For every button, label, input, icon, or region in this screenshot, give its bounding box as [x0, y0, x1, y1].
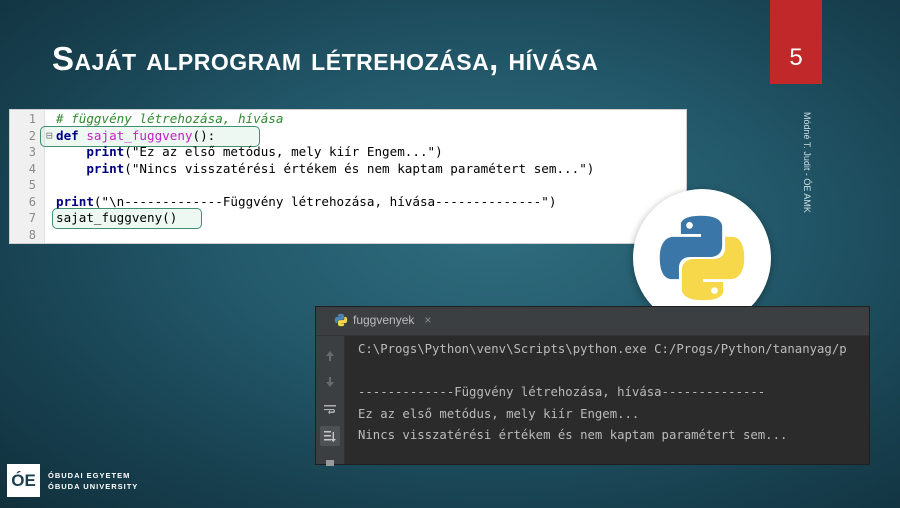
university-name-hu: ÓBUDAI EGYETEM	[48, 470, 131, 480]
line-number: 1	[28, 112, 36, 126]
code-token: ():	[192, 127, 216, 143]
code-line[interactable]: 1 # függvény létrehozása, hívása	[10, 111, 686, 128]
code-editor[interactable]: 1 # függvény létrehozása, hívása 2 ⊟ def saj…	[9, 109, 687, 244]
line-number: 3	[28, 145, 36, 159]
console-output: C:\Progs\Python\venv\Scripts\python.exe …	[358, 339, 869, 447]
line-number: 8	[28, 227, 36, 242]
line-number: 5	[28, 178, 36, 192]
close-icon[interactable]: ×	[424, 313, 431, 327]
university-name: ÓBUDAI EGYETEM ÓBUDA UNIVERSITY	[48, 470, 138, 492]
code-token: print	[56, 193, 94, 209]
slide-number: 5	[770, 0, 822, 84]
console-tab[interactable]: fuggvenyek ×	[334, 313, 431, 327]
run-console[interactable]: fuggvenyek × C:\Progs\Python\venv\Script…	[315, 306, 870, 466]
code-line[interactable]: 8	[10, 227, 686, 244]
code-token: ("\n-------------Függvény létrehozása, h…	[93, 193, 557, 209]
code-token: print	[86, 144, 125, 159]
code-source: print("Ez az első metódus, mely kiír Eng…	[56, 144, 443, 161]
code-line[interactable]: 2 ⊟ def sajat_fuggveny():	[10, 128, 686, 145]
fold-icon[interactable]: ⊟	[46, 128, 56, 145]
code-source: def sajat_fuggveny():	[56, 128, 215, 145]
line-number: 7	[28, 211, 36, 225]
line-number: 6	[28, 194, 36, 209]
university-logo: ÓE ÓBUDAI EGYETEM ÓBUDA UNIVERSITY	[7, 464, 138, 497]
console-output-line: Ez az első metódus, mely kiír Engem...	[358, 406, 640, 421]
code-token: def	[56, 127, 87, 143]
code-source: print("\n-------------Függvény létrehozá…	[56, 194, 556, 211]
code-line[interactable]: 3 print("Ez az első metódus, mely kiír E…	[10, 144, 686, 161]
code-line[interactable]: 7 sajat_fuggveny()	[10, 210, 686, 227]
code-token: sajat_fuggveny()	[56, 210, 178, 225]
arrow-down-icon[interactable]	[320, 372, 340, 392]
console-output-line: -------------Függvény létrehozása, hívás…	[358, 385, 766, 399]
code-token: print	[86, 160, 125, 176]
console-tab-bar: fuggvenyek ×	[316, 307, 869, 336]
python-logo-icon	[659, 215, 745, 301]
code-line[interactable]: 6 print("\n-------------Függvény létrehoz…	[10, 194, 686, 211]
console-output-line: Nincs visszatérési értékem és nem kaptam…	[358, 428, 788, 442]
soft-wrap-icon[interactable]	[320, 399, 340, 419]
arrow-up-icon[interactable]	[320, 346, 340, 366]
scroll-to-end-icon[interactable]	[320, 426, 340, 446]
python-file-icon	[334, 313, 348, 327]
line-number: 4	[28, 161, 36, 176]
slide-title: Saját alprogram létrehozása, hívása	[52, 40, 599, 77]
line-number: 2	[28, 128, 36, 143]
code-source: # függvény létrehozása, hívása	[56, 111, 283, 128]
code-source: print("Nincs visszatérési értékem és nem…	[56, 161, 594, 178]
oe-logo-mark: ÓE	[7, 464, 40, 497]
author-label: Módné T. Judit - ÓE AMK	[802, 112, 812, 213]
code-line[interactable]: 4 print("Nincs visszatérési értékem és n…	[10, 161, 686, 178]
code-line[interactable]: 5	[10, 177, 686, 194]
console-tab-label: fuggvenyek	[353, 313, 415, 327]
code-source: sajat_fuggveny()	[56, 210, 177, 227]
console-output-line: C:\Progs\Python\venv\Scripts\python.exe …	[358, 342, 847, 356]
code-token: ("Nincs visszatérési értékem és nem kapt…	[124, 160, 595, 176]
console-toolbar	[316, 336, 345, 466]
code-token: # függvény létrehozása, hívása	[56, 111, 284, 126]
university-name-en: ÓBUDA UNIVERSITY	[48, 481, 139, 491]
code-token: ("Ez az első metódus, mely kiír Engem...…	[124, 144, 443, 159]
print-icon[interactable]	[320, 453, 340, 473]
code-token: sajat_fuggveny	[86, 127, 193, 143]
